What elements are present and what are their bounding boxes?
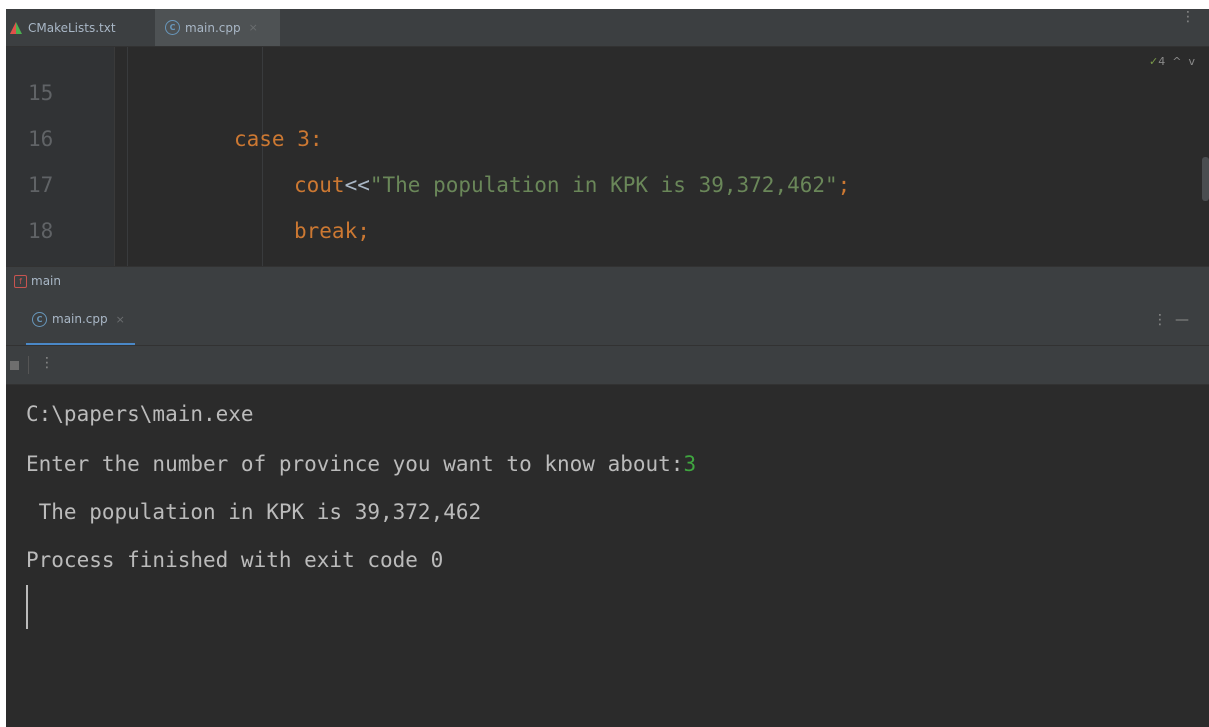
tab-label: main.cpp (52, 312, 108, 326)
close-icon[interactable]: × (116, 313, 125, 326)
editor-tab-bar: CMakeLists.txt C main.cpp × (6, 9, 1209, 47)
stop-icon[interactable] (10, 361, 19, 370)
tab-run-main-cpp[interactable]: C main.cpp × (26, 295, 135, 345)
more-options-icon[interactable]: ⋮ (40, 355, 54, 371)
inspection-widget[interactable]: ✓4 ^ v (1149, 55, 1195, 68)
console-line: Enter the number of province you want to… (26, 444, 696, 484)
minimize-icon[interactable]: — (1175, 312, 1197, 328)
close-icon[interactable]: × (249, 21, 258, 34)
tab-label: main.cpp (185, 20, 241, 35)
console-line: Process finished with exit code 0 (26, 548, 444, 572)
tab-label: CMakeLists.txt (28, 20, 116, 35)
top-margin (0, 0, 1209, 9)
tab-cmakelists[interactable]: CMakeLists.txt (10, 9, 116, 46)
run-tab-bar: C main.cpp × ⋮— (6, 295, 1209, 346)
breadcrumb[interactable]: f main (6, 266, 1209, 295)
tab-main-cpp[interactable]: C main.cpp × (155, 9, 280, 46)
more-options-icon[interactable]: ⋮ (1181, 9, 1195, 25)
left-margin (0, 0, 6, 727)
code-editor[interactable]: 15 case 3: 16 cout<<"The population in K… (6, 47, 1209, 266)
inspection-count: 4 (1158, 55, 1166, 68)
console-line: The population in KPK is 39,372,462 (26, 500, 482, 524)
ide-window: CMakeLists.txt C main.cpp × ⋮ 15 case 3:… (0, 0, 1209, 727)
console-output[interactable]: C:\papers\main.exe Enter the number of p… (6, 385, 1209, 727)
code-line: 15 case 3: (6, 47, 1209, 151)
panel-controls: ⋮— (1153, 312, 1197, 328)
check-icon: ✓ (1149, 55, 1159, 68)
toolbar-divider (28, 356, 29, 374)
console-user-input: 3 (683, 452, 697, 476)
breadcrumb-label[interactable]: main (31, 274, 61, 288)
function-icon: f (14, 274, 27, 288)
cpp-file-icon: C (32, 311, 47, 327)
vertical-scrollbar[interactable] (1202, 157, 1209, 201)
chevron-up-icon[interactable]: ^ (1172, 55, 1181, 68)
console-prompt: Enter the number of province you want to… (26, 452, 684, 476)
line-number: 19 (28, 254, 53, 266)
console-line: C:\papers\main.exe (26, 402, 254, 426)
chevron-down-icon[interactable]: v (1188, 55, 1195, 68)
code-line: 16 cout<<"The population in KPK is 39,37… (6, 70, 1209, 197)
text-cursor (26, 585, 28, 629)
code-text: case 4: (234, 254, 323, 266)
code-line: 17 break; (6, 116, 1209, 243)
cpp-file-icon: C (165, 20, 180, 35)
run-toolbar: ⋮ (6, 346, 1209, 385)
code-line: 18 case 4: (6, 162, 1209, 266)
cmake-icon (10, 21, 22, 34)
code-line: 19 cout<<"The population in Balochistan … (6, 208, 1209, 266)
more-options-icon[interactable]: ⋮ (1153, 312, 1175, 328)
